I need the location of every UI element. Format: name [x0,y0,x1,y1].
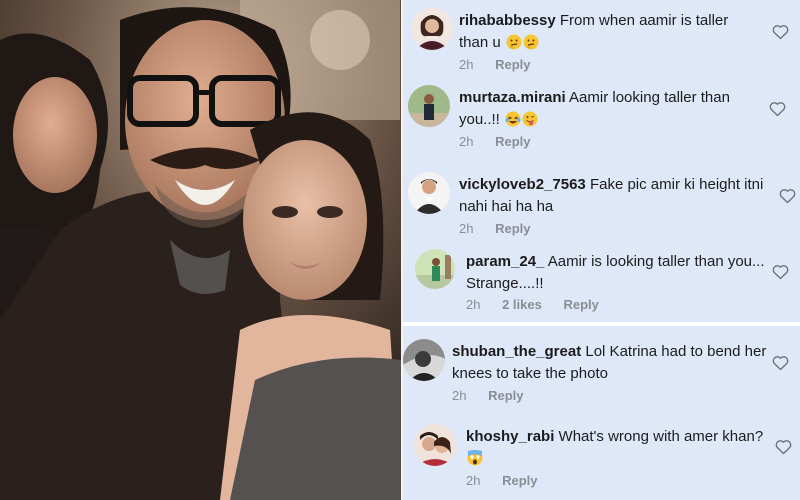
comment-username[interactable]: param_24_ [466,253,544,270]
like-heart-icon[interactable] [775,439,792,455]
avatar[interactable] [408,172,450,214]
like-heart-icon[interactable] [779,188,796,204]
likes-count[interactable]: 2 likes [502,297,542,312]
reply-button[interactable]: Reply [495,221,530,236]
reply-button[interactable]: Reply [495,57,530,72]
comment-time: 2h [459,134,474,149]
tongue-out-emoji [522,111,538,127]
comment-time: 2h [459,221,474,236]
reply-button[interactable]: Reply [563,297,598,312]
comment-time: 2h [452,388,467,403]
avatar[interactable] [408,85,450,127]
reply-button[interactable]: Reply [502,473,537,488]
reply-button[interactable]: Reply [495,134,530,149]
comment-time: 2h [459,57,474,72]
screaming-face-emoji [467,450,483,466]
comment-username[interactable]: shuban_the_great [452,343,581,360]
comment-username[interactable]: khoshy_rabi [466,428,554,445]
laughing-tears-emoji [505,111,521,127]
avatar[interactable] [414,424,456,466]
like-heart-icon[interactable] [772,355,789,371]
comments-panel-top: rihababbessy From when aamir is taller t… [403,0,800,322]
comments-panel-bottom: shuban_the_great Lol Katrina had to bend… [403,326,800,500]
like-heart-icon[interactable] [772,264,789,280]
reply-button[interactable]: Reply [488,388,523,403]
like-heart-icon[interactable] [772,24,789,40]
comment-username[interactable]: vickyloveb2_7563 [459,176,586,193]
comment-time: 2h [466,297,481,312]
thinking-face-emoji [506,34,522,50]
comment-text: What's wrong with amer khan? [558,428,764,445]
avatar[interactable] [415,249,455,289]
comment-username[interactable]: rihababbessy [459,12,556,29]
comment-time: 2h [466,473,481,488]
avatar[interactable] [411,8,453,50]
thinking-face-emoji [523,34,539,50]
avatar[interactable] [403,339,445,381]
like-heart-icon[interactable] [769,101,786,117]
selfie-photo [0,0,401,500]
comment-username[interactable]: murtaza.mirani [459,89,566,106]
